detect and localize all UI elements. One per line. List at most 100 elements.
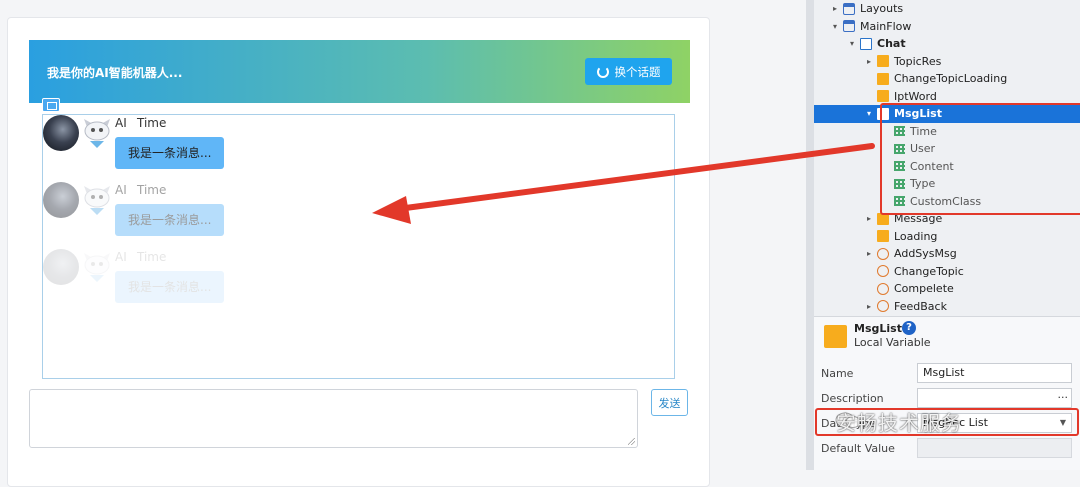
help-icon[interactable]: ? bbox=[902, 321, 916, 335]
message-bubble: 我是一条消息... bbox=[115, 137, 225, 169]
watermark-text: 安畅技术服务 bbox=[836, 411, 962, 435]
action-icon bbox=[877, 265, 889, 278]
action-icon bbox=[877, 300, 889, 313]
message-input[interactable] bbox=[29, 389, 638, 448]
description-field[interactable]: ... bbox=[917, 388, 1072, 408]
tree-item-chat[interactable]: ▾ Chat bbox=[814, 35, 1080, 53]
more-button[interactable]: ... bbox=[1058, 386, 1069, 404]
folder-icon bbox=[843, 20, 855, 33]
tree-item-customclass[interactable]: CustomClass bbox=[814, 193, 1080, 211]
tree-item-feedback[interactable]: ▸ FeedBack bbox=[814, 298, 1080, 316]
user-avatar bbox=[43, 182, 79, 218]
tree-item-label: MainFlow bbox=[860, 19, 912, 33]
message-time: Time bbox=[137, 183, 167, 197]
robot-icon bbox=[84, 186, 110, 215]
tree-item-layouts[interactable]: ▸ Layouts bbox=[814, 0, 1080, 18]
tree-item-label: Loading bbox=[894, 229, 938, 243]
tree-item-label: ChangeTopicLoading bbox=[894, 72, 1008, 86]
element-tree: ▸ Layouts ▾ MainFlow ▾ Chat ▸ TopicRes ChangeTop… bbox=[814, 0, 1080, 316]
send-button[interactable]: 发送 bbox=[651, 389, 688, 416]
tree-item-message[interactable]: ▸ Message bbox=[814, 210, 1080, 228]
chevron-right-icon[interactable]: ▸ bbox=[864, 249, 874, 258]
tree-item-type[interactable]: Type bbox=[814, 175, 1080, 193]
tree-item-label: CustomClass bbox=[910, 194, 982, 208]
tree-item-topicres[interactable]: ▸ TopicRes bbox=[814, 53, 1080, 71]
tree-item-time[interactable]: Time bbox=[814, 123, 1080, 141]
variable-white-icon bbox=[877, 107, 889, 120]
grid-icon bbox=[894, 143, 905, 154]
variable-icon bbox=[877, 230, 889, 243]
chevron-right-icon[interactable]: ▸ bbox=[830, 4, 840, 13]
chat-message: AI Time 我是一条消息... bbox=[43, 182, 243, 242]
name-field[interactable]: MsgList bbox=[917, 363, 1072, 383]
variable-icon bbox=[877, 212, 889, 225]
robot-icon bbox=[84, 119, 110, 148]
prop-row-description: Description ... bbox=[821, 388, 1079, 408]
loading-spinner-icon bbox=[596, 65, 609, 78]
default-value-field[interactable] bbox=[917, 438, 1072, 458]
user-avatar bbox=[43, 115, 79, 151]
tree-item-label: IptWord bbox=[894, 89, 937, 103]
chat-preview-card: 我是你的AI智能机器人... 换个话题 AI Time 我是一条消息... AI Tim… bbox=[7, 17, 710, 487]
properties-title: MsgList bbox=[854, 322, 902, 335]
home-icon bbox=[860, 37, 872, 50]
tree-item-label: User bbox=[910, 142, 936, 156]
tree-item-label: FeedBack bbox=[894, 299, 947, 313]
tree-item-label: Chat bbox=[877, 37, 906, 51]
chevron-right-icon[interactable]: ▸ bbox=[864, 214, 874, 223]
prop-row-name: Name MsgList bbox=[821, 363, 1079, 383]
tree-item-label: Type bbox=[910, 177, 936, 191]
tree-item-mainflow[interactable]: ▾ MainFlow bbox=[814, 18, 1080, 36]
chat-message: AI Time 我是一条消息... bbox=[43, 115, 243, 175]
grid-icon bbox=[894, 161, 905, 172]
tree-item-changetopic[interactable]: ChangeTopic bbox=[814, 263, 1080, 281]
message-time: Time bbox=[137, 116, 167, 130]
widget-marker-icon[interactable] bbox=[42, 98, 60, 112]
tree-item-user[interactable]: User bbox=[814, 140, 1080, 158]
tree-item-label: TopicRes bbox=[894, 54, 942, 68]
chevron-down-icon[interactable]: ▾ bbox=[864, 109, 874, 118]
properties-panel: MsgList ? Local Variable Name MsgList De… bbox=[814, 316, 1080, 470]
variable-icon bbox=[877, 55, 889, 68]
tree-item-msglist[interactable]: ▾ MsgList bbox=[814, 105, 1080, 123]
message-bubble: 我是一条消息... bbox=[115, 271, 225, 303]
tree-item-compelete[interactable]: Compelete bbox=[814, 280, 1080, 298]
chat-message: AI Time 我是一条消息... bbox=[43, 249, 243, 309]
chevron-right-icon[interactable]: ▸ bbox=[864, 302, 874, 311]
chat-header-title: 我是你的AI智能机器人... bbox=[47, 66, 183, 80]
chevron-down-icon[interactable]: ▾ bbox=[847, 39, 857, 48]
variable-icon bbox=[877, 90, 889, 103]
chevron-right-icon[interactable]: ▸ bbox=[864, 57, 874, 66]
tree-item-content[interactable]: Content bbox=[814, 158, 1080, 176]
tree-item-loading[interactable]: Loading bbox=[814, 228, 1080, 246]
tree-item-label: Layouts bbox=[860, 2, 904, 16]
tree-item-label: MsgList bbox=[894, 107, 942, 121]
chevron-down-icon[interactable]: ▾ bbox=[830, 22, 840, 31]
message-bubble: 我是一条消息... bbox=[115, 204, 225, 236]
tree-item-addsysmsg[interactable]: ▸ AddSysMsg bbox=[814, 245, 1080, 263]
prop-row-default: Default Value bbox=[821, 438, 1079, 458]
properties-subtitle: Local Variable bbox=[854, 336, 931, 349]
grid-icon bbox=[894, 178, 905, 189]
prop-label: Name bbox=[821, 367, 854, 380]
tree-item-iptword[interactable]: IptWord bbox=[814, 88, 1080, 106]
variable-icon bbox=[824, 325, 847, 348]
tree-item-label: AddSysMsg bbox=[894, 247, 957, 261]
tree-item-label: ChangeTopic bbox=[894, 264, 964, 278]
ide-side-panel: ▸ Layouts ▾ MainFlow ▾ Chat ▸ TopicRes ChangeTop… bbox=[806, 0, 1080, 470]
tree-item-label: Message bbox=[894, 212, 943, 226]
change-topic-button[interactable]: 换个话题 bbox=[585, 58, 672, 85]
tree-item-label: Content bbox=[910, 159, 954, 173]
grid-icon bbox=[894, 196, 905, 207]
prop-label: Default Value bbox=[821, 442, 895, 455]
message-list: AI Time 我是一条消息... AI Time 我是一条消息... AI Time 我是一条… bbox=[42, 114, 675, 379]
message-user: AI bbox=[115, 250, 127, 264]
chat-header: 我是你的AI智能机器人... 换个话题 bbox=[29, 40, 690, 103]
message-time: Time bbox=[137, 250, 167, 264]
change-topic-label: 换个话题 bbox=[614, 64, 661, 79]
user-avatar bbox=[43, 249, 79, 285]
tree-item-label: Time bbox=[910, 124, 937, 138]
action-icon bbox=[877, 247, 889, 260]
robot-icon bbox=[84, 253, 110, 282]
tree-item-changetopicloading[interactable]: ChangeTopicLoading bbox=[814, 70, 1080, 88]
